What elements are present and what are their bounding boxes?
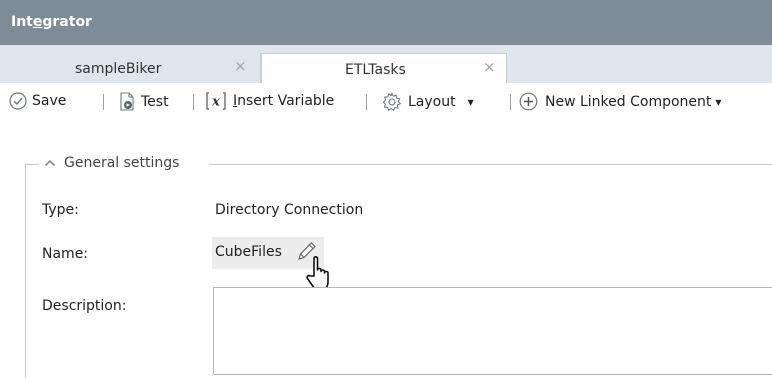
chevron-down-icon: ▾ bbox=[467, 95, 474, 109]
name-label: Name: bbox=[42, 246, 89, 262]
app-title-bar bbox=[0, 0, 772, 45]
close-icon[interactable]: × bbox=[483, 58, 496, 76]
toolbar: Save Test x Insert Variable Layout ▾ New… bbox=[0, 83, 772, 119]
save-button[interactable]: Save bbox=[9, 92, 66, 110]
tab-etltasks[interactable]: ETLTasks × bbox=[261, 53, 507, 84]
test-document-icon bbox=[120, 92, 134, 111]
check-circle-icon bbox=[9, 92, 27, 110]
variable-x-icon: x bbox=[206, 92, 226, 110]
description-textarea[interactable] bbox=[213, 287, 772, 375]
close-icon[interactable]: × bbox=[234, 57, 247, 75]
chevron-down-icon: ▾ bbox=[715, 94, 722, 109]
tab-label: sampleBiker bbox=[75, 61, 162, 77]
test-button[interactable]: Test bbox=[118, 92, 169, 111]
toolbar-separator bbox=[366, 94, 367, 110]
layout-button[interactable]: Layout ▾ bbox=[382, 92, 474, 112]
toolbar-separator bbox=[193, 94, 194, 110]
gear-icon bbox=[382, 92, 402, 112]
name-value: CubeFiles bbox=[215, 244, 282, 260]
tab-samplebiker[interactable]: sampleBiker × bbox=[0, 53, 261, 83]
type-label: Type: bbox=[42, 202, 79, 218]
app-title: Integrator bbox=[11, 14, 92, 30]
type-value: Directory Connection bbox=[215, 202, 364, 218]
toolbar-separator bbox=[510, 94, 511, 110]
fieldset-border bbox=[209, 164, 772, 165]
general-settings-toggle[interactable]: General settings bbox=[44, 155, 179, 171]
chevron-up-icon bbox=[44, 159, 56, 167]
toolbar-separator bbox=[103, 94, 104, 110]
svg-text:x: x bbox=[211, 95, 220, 110]
tab-label: ETLTasks bbox=[345, 62, 406, 78]
fieldset-border bbox=[25, 164, 39, 165]
new-linked-component-button[interactable]: New Linked Component ▾ bbox=[519, 92, 721, 111]
description-label: Description: bbox=[42, 298, 127, 314]
plus-circle-icon bbox=[519, 92, 538, 111]
fieldset-border bbox=[25, 164, 26, 378]
insert-variable-button[interactable]: x Insert Variable bbox=[205, 92, 334, 110]
